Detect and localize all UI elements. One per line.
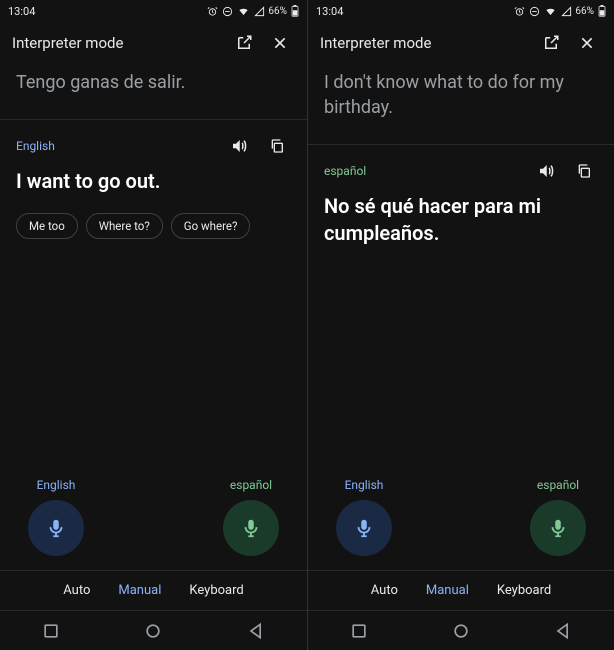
suggestion-chips: Me too Where to? Go where? — [0, 207, 307, 245]
close-icon[interactable] — [572, 28, 602, 58]
mic-row: English español — [0, 478, 307, 570]
close-icon[interactable] — [265, 28, 295, 58]
nav-recent-icon[interactable] — [41, 621, 61, 641]
mode-auto[interactable]: Auto — [371, 583, 398, 598]
mic-button-spanish[interactable] — [223, 500, 279, 556]
speaker-icon[interactable] — [225, 132, 253, 160]
chip[interactable]: Where to? — [86, 213, 163, 239]
battery-text: 66% — [268, 6, 287, 17]
status-bar: 13:04 66% — [308, 0, 614, 22]
translation-header: español — [308, 145, 614, 193]
android-navbar — [0, 610, 307, 650]
pop-out-icon[interactable] — [536, 28, 566, 58]
chip[interactable]: Go where? — [171, 213, 251, 239]
phone-right: 13:04 66% Interpreter mode I don't know … — [307, 0, 614, 650]
dnd-icon — [222, 6, 233, 17]
source-text: Tengo ganas de salir. — [0, 64, 307, 119]
signal-icon — [561, 6, 572, 17]
mode-manual[interactable]: Manual — [426, 583, 469, 598]
clock: 13:04 — [316, 5, 343, 18]
wifi-icon — [237, 6, 250, 17]
mic-lang-label: English — [345, 478, 384, 492]
header-title: Interpreter mode — [320, 34, 530, 52]
mic-button-spanish[interactable] — [530, 500, 586, 556]
alarm-icon — [514, 6, 525, 17]
mic-english: English — [336, 478, 392, 556]
mic-button-english[interactable] — [28, 500, 84, 556]
mode-auto[interactable]: Auto — [63, 583, 90, 598]
mic-spanish: español — [530, 478, 586, 556]
mode-keyboard[interactable]: Keyboard — [497, 583, 551, 598]
microphone-icon — [240, 517, 262, 539]
dnd-icon — [529, 6, 540, 17]
copy-icon[interactable] — [570, 157, 598, 185]
pop-out-icon[interactable] — [229, 28, 259, 58]
clock: 13:04 — [8, 5, 35, 18]
alarm-icon — [207, 6, 218, 17]
nav-back-icon[interactable] — [246, 621, 266, 641]
mic-button-english[interactable] — [336, 500, 392, 556]
source-text: I don't know what to do for my birthday. — [308, 64, 614, 144]
app-header: Interpreter mode — [0, 22, 307, 64]
copy-icon[interactable] — [263, 132, 291, 160]
signal-icon — [254, 6, 265, 17]
translation-text: No sé qué hacer para mi cumpleaños. — [308, 193, 614, 259]
battery-text: 66% — [575, 6, 594, 17]
nav-back-icon[interactable] — [553, 621, 573, 641]
microphone-icon — [547, 517, 569, 539]
mode-keyboard[interactable]: Keyboard — [189, 583, 243, 598]
nav-home-icon[interactable] — [451, 621, 471, 641]
nav-home-icon[interactable] — [143, 621, 163, 641]
mic-spanish: español — [223, 478, 279, 556]
header-title: Interpreter mode — [12, 34, 223, 52]
battery-icon — [598, 5, 606, 17]
translation-language: español — [324, 164, 366, 178]
mic-lang-label: español — [537, 478, 579, 492]
mic-row: English español — [308, 478, 614, 570]
mic-lang-label: español — [230, 478, 272, 492]
mic-lang-label: English — [37, 478, 76, 492]
wifi-icon — [544, 6, 557, 17]
translation-language: English — [16, 139, 55, 153]
status-bar: 13:04 66% — [0, 0, 307, 22]
android-navbar — [308, 610, 614, 650]
translation-text: I want to go out. — [0, 168, 307, 207]
app-header: Interpreter mode — [308, 22, 614, 64]
battery-icon — [291, 5, 299, 17]
nav-recent-icon[interactable] — [349, 621, 369, 641]
mode-manual[interactable]: Manual — [118, 583, 161, 598]
input-modes: Auto Manual Keyboard — [308, 571, 614, 610]
microphone-icon — [45, 517, 67, 539]
chip[interactable]: Me too — [16, 213, 78, 239]
translation-header: English — [0, 120, 307, 168]
input-modes: Auto Manual Keyboard — [0, 571, 307, 610]
microphone-icon — [353, 517, 375, 539]
mic-english: English — [28, 478, 84, 556]
phone-left: 13:04 66% Interpreter mode Tengo ganas d… — [0, 0, 307, 650]
speaker-icon[interactable] — [532, 157, 560, 185]
